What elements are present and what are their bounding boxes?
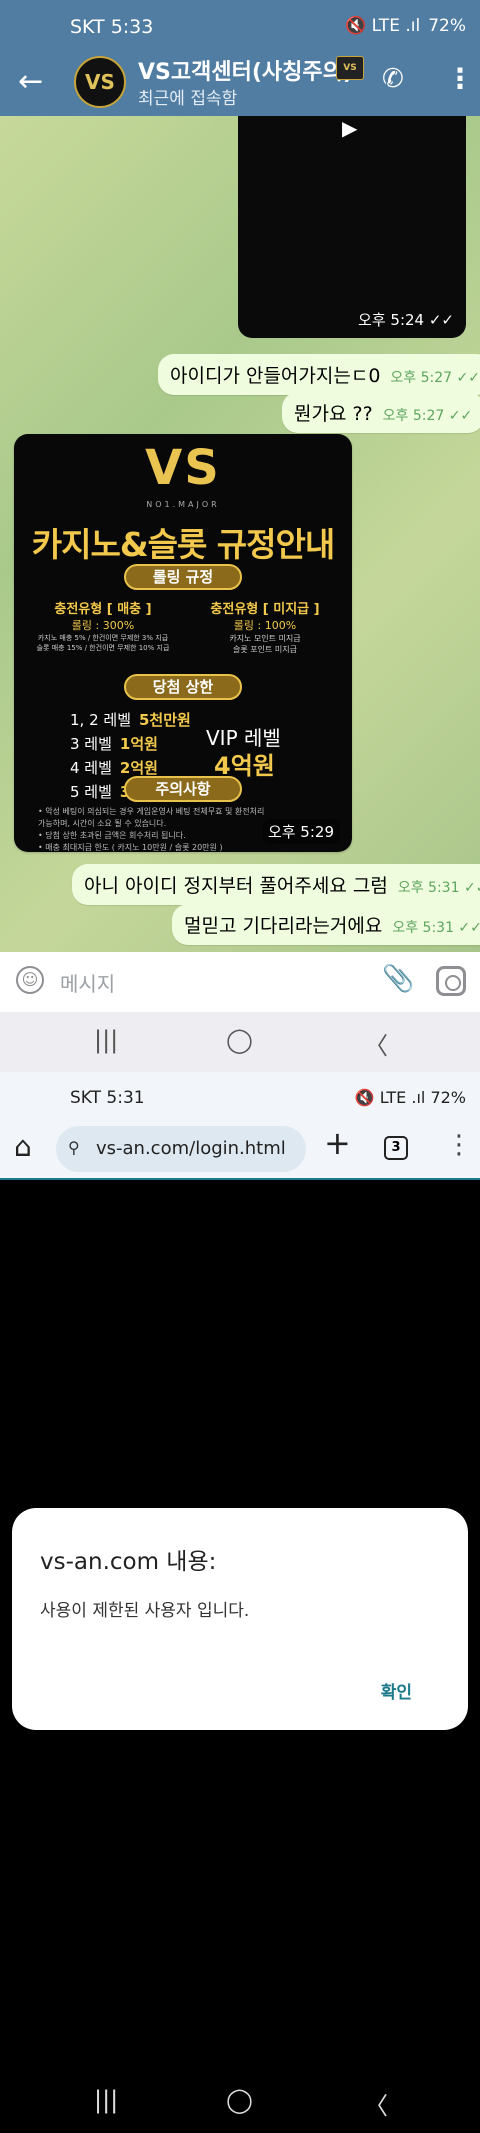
image-message[interactable]: VS NO1.MAJOR 카지노&슬롯 규정안내 롤링 규정 충전유형 [ 매충… <box>14 434 352 852</box>
recents-icon[interactable]: ||| <box>94 1026 118 1054</box>
right-rule-column: 충전유형 [ 미지급 ] 롤링 : 100% 카지노 모인트 미지급 슬롯 포인… <box>188 598 342 655</box>
verified-badge-icon: VS <box>336 56 364 80</box>
level-value: 1억원 <box>119 735 158 753</box>
more-menu-icon[interactable]: ⋮ <box>446 1130 472 1160</box>
rolling-rule-pill: 롤링 규정 <box>124 564 242 590</box>
level-value: 2억원 <box>119 759 158 777</box>
level-label: 5 레벨 <box>70 783 112 801</box>
back-icon[interactable]: 〈 <box>364 1026 388 1061</box>
poster-logo: VS <box>145 440 221 496</box>
recents-icon[interactable]: ||| <box>94 2086 118 2114</box>
play-icon[interactable]: ▶ <box>342 116 357 140</box>
dialog-title: vs-an.com 내용: <box>40 1549 217 1575</box>
caution-notes: • 악성 베팅이 의심되는 경우 게임운영사 베팅 전체무효 및 환전처리 가능… <box>38 806 268 852</box>
caution-note: • 매충 최대지급 한도 ( 카지노 10만원 / 슬롯 20만원 ) <box>38 843 223 852</box>
status-icons: 🔇 LTE .ıl 72% <box>345 16 466 36</box>
home-icon[interactable]: ◯ <box>226 1026 253 1054</box>
status-icons: 🔇 LTE .ıl 72% <box>354 1088 466 1107</box>
ok-button[interactable]: 확인 <box>381 1678 412 1703</box>
system-nav-bar: ||| ◯ 〈 <box>0 2072 480 2133</box>
message-time: 오후 5:24 ✓✓ <box>358 311 454 329</box>
chat-title[interactable]: VS고객센터(사칭주의) <box>138 54 353 86</box>
tab-count-button[interactable]: 3 <box>384 1136 408 1160</box>
message-text: 아니 아이디 정지부터 풀어주세요 그럼 <box>84 875 388 897</box>
camera-icon[interactable] <box>436 966 466 996</box>
signal-icons: 🔇 LTE .ıl <box>345 16 421 36</box>
message-text: 뭔가요 ?? <box>294 403 373 425</box>
left-rule-column: 충전유형 [ 매충 ] 롤링 : 300% 카지노 매충 5% / 한건이면 무… <box>24 598 182 653</box>
last-seen-status: 최근에 접속함 <box>138 89 238 109</box>
outgoing-message[interactable]: 아이디가 안들어가지는ㄷ0 오후 5:27 ✓✓ <box>158 354 480 395</box>
url-text[interactable]: vs-an.com/login.html <box>96 1138 286 1159</box>
left-rule-line: 슬롯 매충 15% / 한건이면 무제한 10% 지급 <box>36 644 170 652</box>
home-icon[interactable]: ⌂ <box>14 1130 32 1163</box>
message-time: 오후 5:27 ✓✓ <box>382 408 473 424</box>
attach-icon[interactable]: 📎 <box>382 964 414 994</box>
outgoing-message[interactable]: 아니 아이디 정지부터 풀어주세요 그럼 오후 5:31 ✓✓ <box>72 864 480 905</box>
browser-toolbar: ⌂ ⚲ vs-an.com/login.html + 3 ⋮ <box>0 1118 480 1180</box>
alert-dialog: vs-an.com 내용: 사용이 제한된 사용자 입니다. 확인 <box>12 1508 468 1730</box>
level-label: 4 레벨 <box>70 759 112 777</box>
level-row: 3 레벨 1억원 <box>70 732 191 756</box>
win-limit-pill: 당첨 상한 <box>124 674 242 700</box>
avatar-text: VS <box>85 70 115 94</box>
message-text: 멀믿고 기다리라는거에요 <box>184 915 383 937</box>
back-arrow-icon[interactable]: ← <box>18 64 43 99</box>
emoji-icon[interactable]: ☺ <box>16 966 44 994</box>
level-value: 5천만원 <box>139 711 191 729</box>
caution-pill: 주의사항 <box>124 776 242 802</box>
back-icon[interactable]: 〈 <box>364 2086 388 2121</box>
right-rule-title: 충전유형 [ 미지급 ] <box>210 602 320 617</box>
status-bar: SKT 5:31 🔇 LTE .ıl 72% <box>0 1072 480 1118</box>
video-message[interactable]: ▶ 오후 5:24 ✓✓ <box>238 116 466 338</box>
chat-header: ← VS VS고객센터(사칭주의) VS 최근에 접속함 ✆ ⋮ <box>0 50 480 116</box>
dialog-message: 사용이 제한된 사용자 입니다. <box>40 1601 250 1621</box>
message-time: 오후 5:31 ✓✓ <box>397 880 480 896</box>
left-rule-title: 충전유형 [ 매충 ] <box>54 602 152 617</box>
right-rule-line: 카지노 모인트 미지급 <box>229 634 301 643</box>
browser-screenshot: SKT 5:31 🔇 LTE .ıl 72% ⌂ ⚲ vs-an.com/log… <box>0 1072 480 2133</box>
chat-area[interactable]: ▶ 오후 5:24 ✓✓ 아이디가 안들어가지는ㄷ0 오후 5:27 ✓✓ 뭔가요… <box>0 116 480 952</box>
message-text: 아이디가 안들어가지는ㄷ0 <box>170 365 381 387</box>
level-label: 3 레벨 <box>70 735 112 753</box>
message-time: 오후 5:31 ✓✓ <box>392 920 480 936</box>
message-time: 오후 5:29 <box>261 819 340 844</box>
left-rule-rolling: 롤링 : 300% <box>71 619 135 632</box>
battery-level: 72% <box>428 16 466 36</box>
status-time: SKT 5:31 <box>70 1088 145 1108</box>
address-bar[interactable]: ⚲ vs-an.com/login.html <box>56 1126 306 1172</box>
more-menu-icon[interactable]: ⋮ <box>446 62 474 95</box>
message-input-bar: ☺ 메시지 📎 <box>0 952 480 1012</box>
site-settings-icon[interactable]: ⚲ <box>68 1138 80 1157</box>
message-input[interactable]: 메시지 <box>60 968 115 997</box>
poster-logo-sub: NO1.MAJOR <box>146 500 220 509</box>
status-time: SKT 5:33 <box>70 16 154 38</box>
poster-headline: 카지노&슬롯 규정안내 <box>31 525 336 564</box>
outgoing-message[interactable]: 뭔가요 ?? 오후 5:27 ✓✓ <box>282 392 480 433</box>
message-time: 오후 5:27 ✓✓ <box>390 370 480 386</box>
caution-note: • 악성 베팅이 의심되는 경우 게임운영사 베팅 전체무효 및 환전처리 가능… <box>38 807 265 828</box>
level-row: 1, 2 레벨 5천만원 <box>70 708 191 732</box>
level-label: 1, 2 레벨 <box>70 711 131 729</box>
phone-icon[interactable]: ✆ <box>382 64 404 94</box>
outgoing-message[interactable]: 멀믿고 기다리라는거에요 오후 5:31 ✓✓ <box>172 904 480 945</box>
chat-screenshot: SKT 5:33 🔇 LTE .ıl 72% ← VS VS고객센터(사칭주의)… <box>0 0 480 1072</box>
new-tab-icon[interactable]: + <box>324 1124 351 1162</box>
home-icon[interactable]: ◯ <box>226 2086 253 2114</box>
avatar[interactable]: VS <box>74 56 126 108</box>
caution-note: • 당첨 상한 초과된 금액은 회수처리 됩니다. <box>38 831 186 840</box>
left-rule-line: 카지노 매충 5% / 한건이면 무제한 3% 지급 <box>37 634 169 642</box>
right-rule-rolling: 롤링 : 100% <box>233 619 297 632</box>
right-rule-line: 슬롯 포인트 미지급 <box>233 645 297 654</box>
system-nav-bar: ||| ◯ 〈 <box>0 1012 480 1072</box>
